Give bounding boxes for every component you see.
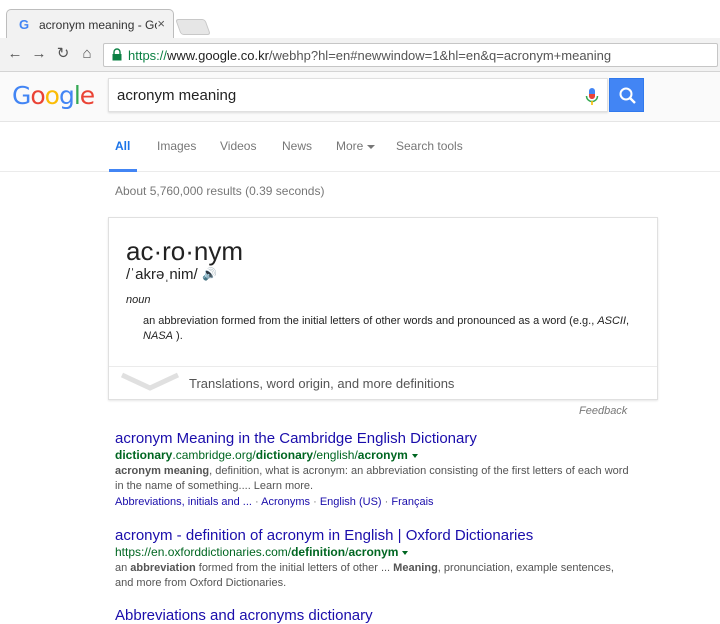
phonetic-text: /ˈakrəˌnim/	[126, 266, 198, 283]
part-of-speech: noun	[126, 294, 151, 306]
url-part: acronym	[348, 545, 399, 559]
result-snippet: an abbreviation formed from the initial …	[115, 561, 635, 591]
snippet-bold: abbreviation	[130, 562, 196, 574]
result-title-link[interactable]: acronym - definition of acronym in Engli…	[115, 527, 635, 544]
feedback-link[interactable]: Feedback	[579, 405, 627, 417]
snippet-text: an	[115, 562, 131, 574]
url-part: .cambridge.org/	[172, 448, 256, 462]
tab-more-label: More	[336, 139, 364, 153]
url-scheme: https://	[128, 48, 168, 63]
sitelink[interactable]: Acronyms	[261, 496, 310, 508]
speaker-icon[interactable]: 🔊	[202, 267, 217, 281]
sitelinks: Abbreviations, initials and ... · Acrony…	[115, 496, 434, 508]
url-host: www.google.co.kr	[167, 48, 269, 63]
snippet-bold: Meaning	[393, 562, 438, 574]
url-part: /english/	[313, 448, 358, 462]
url-part: acronym	[357, 448, 408, 462]
tab-images[interactable]: Images	[157, 139, 196, 153]
dictionary-card: ac·ro·nym /ˈakrəˌnim/ 🔊 noun an abbrevia…	[108, 217, 658, 400]
browser-tab-strip: G acronym meaning - Goo ×	[0, 0, 720, 38]
close-tab-icon[interactable]: ×	[157, 16, 165, 31]
tab-all[interactable]: All	[115, 139, 130, 153]
definition-example: NASA	[143, 330, 173, 342]
google-logo[interactable]: Google	[12, 81, 95, 110]
tab-title: acronym meaning - Goo	[39, 18, 157, 32]
google-header: Google	[0, 72, 720, 122]
result-stats: About 5,760,000 results (0.39 seconds)	[115, 184, 325, 198]
url-path: /webhp?hl=en#newwindow=1&hl=en&q=acronym…	[268, 48, 612, 63]
result-url: https://en.oxforddictionaries.com/defini…	[115, 545, 635, 559]
snippet-bold: acronym meaning	[115, 465, 210, 477]
logo-letter: o	[30, 81, 45, 110]
snippet-text: formed from the initial letters of other…	[195, 562, 394, 574]
microphone-icon[interactable]	[584, 87, 600, 107]
definition-main: an abbreviation formed from the initial …	[143, 315, 598, 327]
search-input[interactable]	[117, 84, 577, 106]
result-snippet: acronym meaning, definition, what is acr…	[115, 464, 635, 494]
search-button[interactable]	[609, 78, 644, 112]
url-part: dictionary	[115, 448, 173, 462]
search-nav: All Images Videos News More Search tools	[0, 122, 720, 172]
url-dropdown-icon[interactable]	[411, 453, 418, 458]
tab-search-tools[interactable]: Search tools	[396, 139, 463, 153]
tab-videos[interactable]: Videos	[220, 139, 256, 153]
result-title-link[interactable]: Abbreviations and acronyms dictionary	[115, 607, 635, 624]
lock-icon	[112, 48, 122, 61]
home-icon[interactable]: ⌂	[78, 45, 96, 63]
chevron-down-icon	[121, 372, 179, 391]
sitelink[interactable]: Français	[391, 496, 433, 508]
logo-letter: e	[79, 81, 95, 110]
browser-toolbar: ← → ↻ ⌂ https://www.google.co.kr/webhp?h…	[0, 38, 720, 72]
search-box	[108, 78, 608, 112]
more-definitions-link[interactable]: Translations, word origin, and more defi…	[189, 376, 454, 391]
logo-letter: g	[58, 81, 75, 110]
active-tab-indicator	[109, 169, 137, 172]
sitelink[interactable]: English (US)	[320, 496, 382, 508]
search-result: acronym - definition of acronym in Engli…	[115, 527, 635, 591]
more-definitions-bar[interactable]: Translations, word origin, and more defi…	[109, 366, 657, 400]
forward-icon[interactable]: →	[30, 45, 48, 63]
google-favicon-icon: G	[19, 17, 30, 32]
search-icon	[619, 87, 636, 104]
definition-end: ).	[172, 330, 183, 342]
dictionary-word: ac·ro·nym	[126, 236, 244, 266]
search-result: Abbreviations and acronyms dictionary	[115, 607, 635, 624]
sitelink[interactable]: Abbreviations, initials and ...	[115, 496, 252, 508]
reload-icon[interactable]: ↻	[54, 45, 72, 63]
url-text: https://www.google.co.kr/webhp?hl=en#new…	[128, 48, 611, 63]
browser-tab[interactable]: G acronym meaning - Goo ×	[6, 9, 174, 38]
tab-more[interactable]: More	[336, 139, 376, 153]
url-part: https://en.oxforddictionaries.com/	[115, 545, 292, 559]
definition-text: an abbreviation formed from the initial …	[143, 314, 643, 344]
tab-news[interactable]: News	[282, 139, 312, 153]
search-result: acronym Meaning in the Cambridge English…	[115, 430, 635, 508]
definition-example: ASCII	[597, 315, 627, 327]
url-part: dictionary	[255, 448, 314, 462]
chevron-down-icon	[367, 144, 376, 149]
url-dropdown-icon[interactable]	[402, 550, 409, 555]
result-title-link[interactable]: acronym Meaning in the Cambridge English…	[115, 430, 635, 447]
url-part: definition	[291, 545, 346, 559]
result-url: dictionary.cambridge.org/dictionary/engl…	[115, 448, 635, 462]
back-icon[interactable]: ←	[6, 45, 24, 63]
logo-letter: o	[44, 81, 60, 110]
definition-separator: ,	[626, 315, 630, 327]
address-bar[interactable]: https://www.google.co.kr/webhp?hl=en#new…	[103, 43, 718, 67]
new-tab-button[interactable]	[175, 19, 211, 35]
logo-letter: G	[12, 81, 31, 110]
